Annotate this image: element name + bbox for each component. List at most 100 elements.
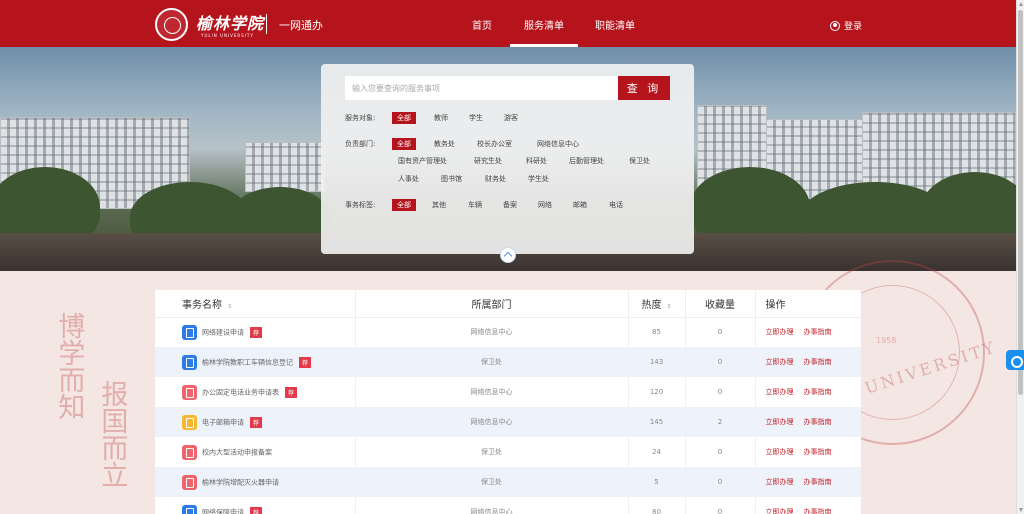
table-row: 电子邮箱申请荐网络信息中心 145 2 立即办理 办事指南: [155, 407, 861, 437]
table-row: 榆林学院增配灭火器申请 保卫处 5 0 立即办理 办事指南: [155, 467, 861, 497]
tag-chip[interactable]: 备案: [503, 200, 517, 210]
department-chip[interactable]: 研究生处: [474, 156, 502, 166]
column-header-heat[interactable]: 热度 ⇕: [628, 290, 686, 318]
service-guide-link[interactable]: 办事指南: [804, 358, 832, 366]
login-label: 登录: [844, 22, 863, 32]
apply-now-link[interactable]: 立即办理: [766, 418, 794, 426]
service-name-cell[interactable]: 榆林学院教职工车辆信息登记荐: [155, 347, 356, 377]
event-icon: [182, 444, 197, 460]
service-guide-link[interactable]: 办事指南: [804, 478, 832, 486]
table-row: 校内大型活动申报备案 保卫处 24 0 立即办理 办事指南: [155, 437, 861, 467]
scroll-up-arrow-icon[interactable]: [1019, 2, 1023, 6]
apply-now-link[interactable]: 立即办理: [766, 328, 794, 336]
ops-cell: 立即办理 办事指南: [755, 407, 861, 437]
scroll-down-arrow-icon[interactable]: [1019, 508, 1023, 512]
service-name-cell[interactable]: 校内大型活动申报备案: [155, 437, 356, 467]
service-name[interactable]: 校内大型活动申报备案: [202, 448, 272, 456]
portal-title: 一网通办: [279, 19, 323, 32]
service-table: 事务名称 ⇕ 所属部门 热度 ⇕ 收藏量 操作 网络建设申请荐网络信息中心 85 0 立即…: [155, 290, 861, 514]
service-name-cell[interactable]: 榆林学院增配灭火器申请: [155, 467, 356, 497]
apply-now-link[interactable]: 立即办理: [766, 358, 794, 366]
service-name[interactable]: 电子邮箱申请: [202, 418, 244, 426]
audience-chip-student[interactable]: 学生: [469, 113, 483, 123]
service-name-cell[interactable]: 办公固定电话业务申请表荐: [155, 377, 356, 407]
university-logo-en: YULIN UNIVERSITY: [201, 33, 254, 38]
tag-chip[interactable]: 车辆: [468, 200, 482, 210]
search-button[interactable]: 查 询: [618, 76, 670, 100]
department-chip[interactable]: 财务处: [485, 174, 506, 184]
department-cell: 网络信息中心: [355, 497, 629, 514]
department-chip[interactable]: 人事处: [398, 174, 419, 184]
apply-now-link[interactable]: 立即办理: [766, 508, 794, 514]
table-row: 办公固定电话业务申请表荐网络信息中心 120 0 立即办理 办事指南: [155, 377, 861, 407]
tag-chip-all[interactable]: 全部: [392, 199, 416, 211]
column-header-name[interactable]: 事务名称 ⇕: [155, 290, 356, 318]
sort-icon: ⇕: [227, 302, 233, 310]
tag-chip[interactable]: 网络: [538, 200, 552, 210]
heat-cell: 24: [628, 437, 686, 467]
department-chip-all[interactable]: 全部: [392, 138, 416, 150]
service-guide-link[interactable]: 办事指南: [804, 388, 832, 396]
nav-function-list[interactable]: 职能清单: [595, 17, 635, 32]
tag-chip[interactable]: 邮箱: [573, 200, 587, 210]
apply-now-link[interactable]: 立即办理: [766, 478, 794, 486]
user-icon: [830, 20, 840, 31]
seal-year: 1958: [876, 336, 897, 345]
department-chip[interactable]: 教务处: [434, 139, 455, 149]
service-name-cell[interactable]: 网络建设申请荐: [155, 317, 356, 347]
service-table-card: 事务名称 ⇕ 所属部门 热度 ⇕ 收藏量 操作 网络建设申请荐网络信息中心 85 0 立即…: [155, 290, 861, 514]
service-name-cell[interactable]: 电子邮箱申请荐: [155, 407, 356, 437]
floating-assistant-icon[interactable]: [1006, 350, 1024, 370]
department-chip[interactable]: 学生处: [528, 174, 549, 184]
table-row: 榆林学院教职工车辆信息登记荐保卫处 143 0 立即办理 办事指南: [155, 347, 861, 377]
search-input[interactable]: [345, 76, 618, 100]
service-name[interactable]: 榆林学院增配灭火器申请: [202, 478, 279, 486]
department-chip[interactable]: 后勤管理处: [569, 156, 604, 166]
tag-filter-label: 事务标签:: [345, 201, 376, 209]
audience-chip-teacher[interactable]: 教师: [434, 113, 448, 123]
sort-icon: ⇕: [666, 302, 672, 310]
service-guide-link[interactable]: 办事指南: [804, 418, 832, 426]
top-header: 榆林学院 YULIN UNIVERSITY 一网通办 首页 服务清单 职能清单 …: [0, 0, 1016, 47]
tag-chip[interactable]: 其他: [432, 200, 446, 210]
audience-chip-visitor[interactable]: 游客: [504, 113, 518, 123]
department-chip[interactable]: 保卫处: [629, 156, 650, 166]
department-chip[interactable]: 国有资产管理处: [398, 156, 447, 166]
service-name[interactable]: 网络保障申请: [202, 508, 244, 514]
department-chip[interactable]: 网络信息中心: [537, 139, 579, 149]
department-chip[interactable]: 校长办公室: [477, 139, 512, 149]
department-cell: 保卫处: [355, 467, 629, 497]
service-name[interactable]: 网络建设申请: [202, 328, 244, 336]
calligraphy-decoration: 报国而立: [96, 380, 128, 488]
tag-chip[interactable]: 电话: [609, 200, 623, 210]
column-header-department: 所属部门: [355, 290, 629, 318]
scrollbar-thumb[interactable]: [1018, 10, 1023, 395]
service-name[interactable]: 办公固定电话业务申请表: [202, 388, 279, 396]
apply-now-link[interactable]: 立即办理: [766, 448, 794, 456]
audience-filter-label: 服务对象:: [345, 114, 376, 122]
column-header-favorites: 收藏量: [685, 290, 756, 318]
phone-icon: [182, 384, 197, 400]
heat-cell: 120: [628, 377, 686, 407]
nav-home[interactable]: 首页: [472, 17, 492, 32]
service-name-cell[interactable]: 网络保障申请荐: [155, 497, 356, 514]
page-scrollbar[interactable]: [1016, 0, 1024, 514]
service-guide-link[interactable]: 办事指南: [804, 448, 832, 456]
department-cell: 保卫处: [355, 437, 629, 467]
search-filter-panel: 查 询 服务对象: 全部 教师 学生 游客 负责部门: 全部 教务处 校长办公室…: [321, 64, 694, 254]
ops-cell: 立即办理 办事指南: [755, 317, 861, 347]
service-name[interactable]: 榆林学院教职工车辆信息登记: [202, 358, 293, 366]
table-row: 网络建设申请荐网络信息中心 85 0 立即办理 办事指南: [155, 317, 861, 347]
nav-service-list[interactable]: 服务清单: [524, 17, 564, 32]
department-chip[interactable]: 图书馆: [441, 174, 462, 184]
audience-chip-all[interactable]: 全部: [392, 112, 416, 124]
department-chip[interactable]: 科研处: [526, 156, 547, 166]
apply-now-link[interactable]: 立即办理: [766, 388, 794, 396]
logo-separator: [266, 14, 267, 34]
login-button[interactable]: 登录: [830, 19, 862, 32]
heat-cell: 145: [628, 407, 686, 437]
service-guide-link[interactable]: 办事指南: [804, 328, 832, 336]
service-guide-link[interactable]: 办事指南: [804, 508, 832, 514]
department-cell: 网络信息中心: [355, 377, 629, 407]
collapse-filter-button[interactable]: [500, 247, 516, 263]
